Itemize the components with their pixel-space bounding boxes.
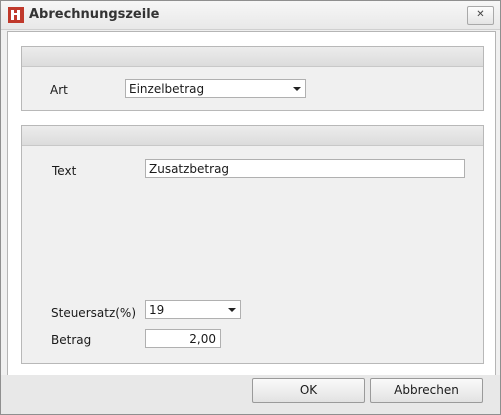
app-logo-icon [8,7,24,23]
art-group-header [22,47,483,67]
betrag-field-value: 2,00 [189,332,216,346]
art-dropdown[interactable]: Einzelbetrag [125,79,306,98]
button-bar: OK Abbrechen [1,375,500,414]
dropdown-arrow-icon [228,308,236,312]
steuersatz-label: Steuersatz(%) [51,306,137,320]
art-group: Art Einzelbetrag [21,46,484,111]
window-title: Abrechnungszeile [29,7,160,22]
ok-button[interactable]: OK [252,378,365,403]
close-icon: ✕ [476,9,485,20]
art-label: Art [50,83,68,97]
betrag-label: Betrag [51,333,92,347]
title-bar[interactable]: Abrechnungszeile ✕ [1,1,500,30]
dropdown-arrow-icon [293,87,301,91]
betrag-field[interactable]: 2,00 [145,329,221,348]
steuersatz-dropdown[interactable]: 19 [145,300,241,319]
dialog-content: Art Einzelbetrag Text Zusatzbetrag Steue… [7,31,496,376]
details-group: Text Zusatzbetrag Steuersatz(%) 19 Betra… [21,125,484,364]
text-field[interactable]: Zusatzbetrag [145,159,465,178]
cancel-button[interactable]: Abbrechen [370,378,483,403]
text-label: Text [52,164,77,178]
steuersatz-dropdown-value: 19 [149,303,165,317]
dialog-window: Abrechnungszeile ✕ Art Einzelbetrag Text… [0,0,501,415]
art-dropdown-value: Einzelbetrag [129,82,205,96]
close-button[interactable]: ✕ [467,6,494,25]
text-field-value: Zusatzbetrag [149,162,230,176]
details-group-header [22,126,483,146]
